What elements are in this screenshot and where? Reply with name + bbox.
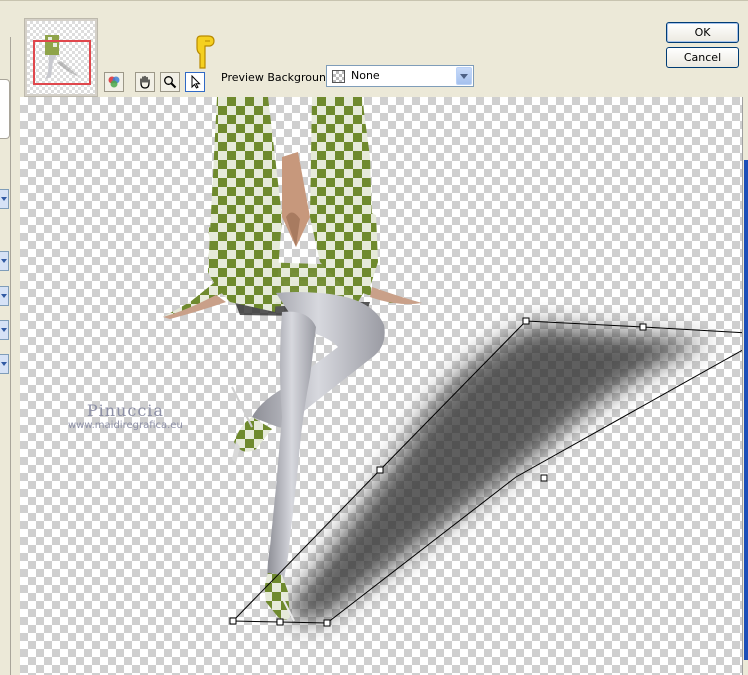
paint-icon (108, 76, 120, 88)
preview-canvas[interactable]: Pinuccia www.maidiregrafica.eu (20, 97, 748, 675)
zoom-button[interactable] (160, 72, 180, 92)
left-settings-panel (0, 37, 11, 675)
watermark-name: Pinuccia (86, 401, 164, 420)
navigator-thumbnail[interactable] (24, 18, 98, 97)
left-panel-box (0, 79, 10, 139)
handle-top-mid (639, 323, 647, 331)
handle-right-mid (540, 474, 548, 482)
cancel-button[interactable]: Cancel (666, 47, 739, 68)
spin-control-4[interactable] (0, 320, 9, 340)
background-window-edge (744, 160, 748, 660)
spin-control-2[interactable] (0, 251, 9, 271)
proof-button[interactable] (104, 72, 124, 92)
handle-top-left (522, 317, 530, 325)
spin-control-1[interactable] (0, 189, 9, 209)
watermark: Pinuccia www.maidiregrafica.eu (68, 402, 183, 432)
arrow-cursor-icon (191, 75, 201, 89)
watermark-url: www.maidiregrafica.eu (68, 420, 183, 431)
spin-control-5[interactable] (0, 354, 9, 374)
preview-background-value: None (351, 69, 380, 82)
handle-bottom-right (323, 619, 331, 627)
chevron-down-icon[interactable] (456, 67, 472, 85)
preview-background-select[interactable]: None (326, 65, 474, 87)
spin-control-3[interactable] (0, 286, 9, 306)
handle-bottom-left (229, 617, 237, 625)
ok-button[interactable]: OK (666, 22, 739, 43)
pointing-hand-icon (196, 35, 215, 69)
pointer-button[interactable] (185, 72, 205, 92)
hand-icon (140, 75, 150, 89)
standing-leg (267, 311, 316, 597)
handle-left-mid (376, 466, 384, 474)
preview-image (163, 97, 748, 627)
handle-bottom-mid (276, 618, 284, 626)
transparency-swatch-icon (332, 70, 345, 83)
title-bar-edge (0, 0, 748, 1)
magnifier-icon (164, 76, 177, 89)
preview-background-label: Preview Background: (221, 71, 337, 84)
viewport-frame[interactable] (33, 40, 91, 85)
pan-button[interactable] (135, 72, 155, 92)
